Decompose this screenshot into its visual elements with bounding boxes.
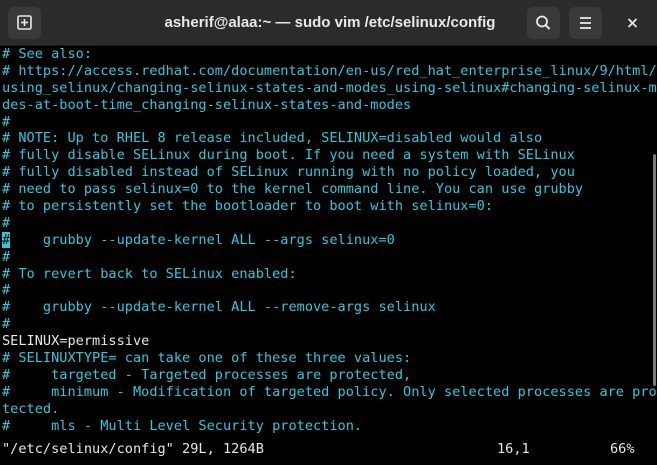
editor-line: # grubby --update-kernel ALL --remove-ar…: [2, 299, 436, 316]
status-file-info: "/etc/selinux/config" 29L, 1264B: [2, 441, 264, 457]
text-cursor: #: [2, 231, 11, 248]
scrollbar[interactable]: [652, 48, 656, 440]
editor-line: #: [2, 214, 11, 231]
title-bar: asherif@alaa:~ — sudo vim /etc/selinux/c…: [0, 0, 657, 46]
close-icon: [627, 18, 638, 28]
menu-button[interactable]: [569, 7, 602, 39]
editor-line: # NOTE: Up to RHEL 8 release included, S…: [2, 130, 543, 147]
window-title: asherif@alaa:~ — sudo vim /etc/selinux/c…: [164, 14, 496, 31]
hamburger-menu-icon: [580, 17, 591, 29]
editor-line: #: [2, 282, 11, 299]
editor-line: # minimum - Modification of targeted pol…: [2, 383, 657, 400]
editor-line: #: [2, 248, 11, 265]
editor-line: # SELINUXTYPE= can take one of these thr…: [2, 350, 412, 367]
editor-line: # See also:: [2, 46, 93, 62]
editor-line: des-at-boot-time_changing-selinux-states…: [2, 96, 412, 113]
vim-status-line: "/etc/selinux/config" 29L, 1264B 16,1 66…: [0, 441, 657, 458]
editor-line: # grubby --update-kernel ALL --args seli…: [0, 231, 657, 249]
editor-line: # targeted - Targeted processes are prot…: [2, 366, 412, 383]
editor-line: # To revert back to SELinux enabled:: [2, 265, 297, 282]
editor-line: # https://access.redhat.com/documentatio…: [2, 62, 657, 79]
terminal-window: asherif@alaa:~ — sudo vim /etc/selinux/c…: [0, 0, 657, 465]
editor-line: # fully disabled instead of SELinux runn…: [2, 164, 575, 181]
search-button[interactable]: [527, 7, 560, 39]
close-button[interactable]: [616, 7, 649, 39]
editor-line: tected.: [2, 400, 60, 417]
editor-line: # to persistently set the bootloader to …: [2, 198, 494, 215]
editor-line: # fully disable SELinux during boot. If …: [2, 147, 575, 164]
status-scroll-percent: 66%: [610, 441, 635, 457]
new-tab-icon: [17, 15, 32, 30]
search-icon: [536, 15, 551, 30]
editor-line: #: [2, 113, 11, 130]
status-cursor-position: 16,1: [497, 441, 530, 457]
editor-line: SELINUX=permissive: [2, 333, 150, 350]
editor-line-text: grubby --update-kernel ALL --args selinu…: [10, 231, 395, 248]
new-tab-button[interactable]: [8, 7, 41, 39]
editor-line: #: [2, 316, 11, 333]
scrollbar-thumb[interactable]: [653, 154, 656, 386]
editor-line: # need to pass selinux=0 to the kernel c…: [2, 181, 584, 198]
vim-editor-buffer[interactable]: # See also: # https://access.redhat.com/d…: [0, 46, 657, 465]
editor-line: using_selinux/changing-selinux-states-an…: [2, 79, 657, 96]
editor-line: # mls - Multi Level Security protection.: [2, 417, 363, 434]
